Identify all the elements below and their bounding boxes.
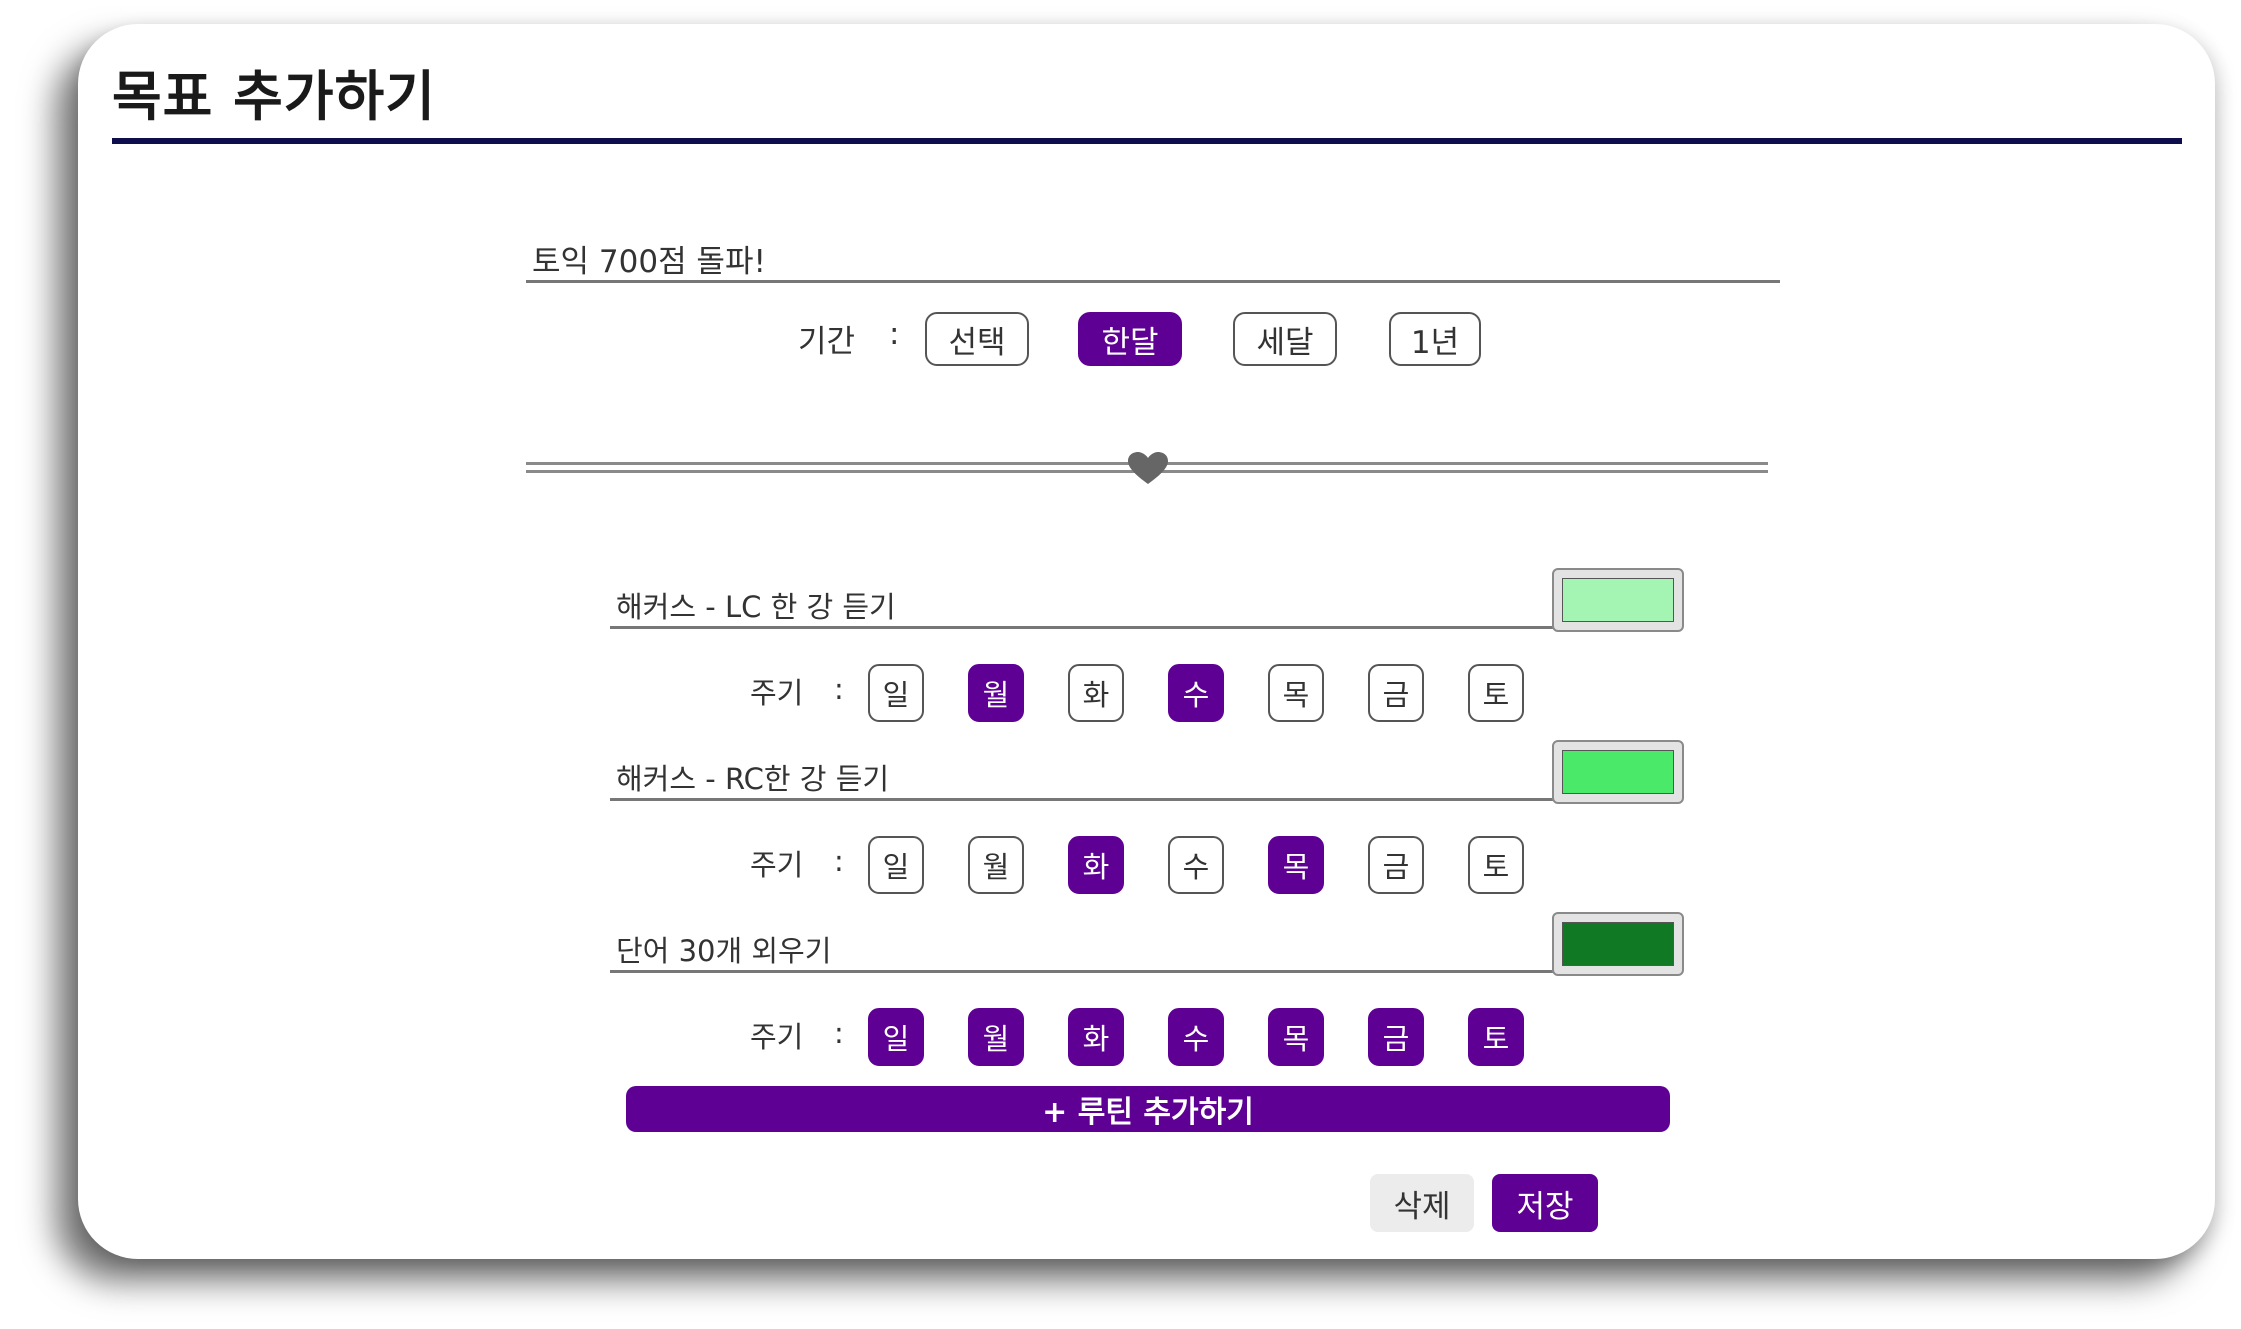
routine-color-picker-3[interactable]: [1552, 912, 1684, 976]
dialog-title: 목표 추가하기: [112, 65, 436, 128]
goal-dialog: 목표 추가하기 기간 : 선택 한달 세달 1년 주기 : 일 월 화 수 목 …: [78, 24, 2215, 1259]
day-toggle-thu[interactable]: 목: [1268, 836, 1324, 894]
cycle-separator-2: :: [834, 844, 844, 878]
delete-button[interactable]: 삭제: [1370, 1174, 1474, 1232]
period-option-three-months[interactable]: 세달: [1233, 312, 1337, 366]
title-underline: [112, 138, 2182, 144]
cycle-separator-3: :: [834, 1016, 844, 1050]
routine-color-fill-2: [1562, 750, 1674, 794]
day-toggle-fri[interactable]: 금: [1368, 664, 1424, 722]
routine-color-picker-2[interactable]: [1552, 740, 1684, 804]
day-toggle-mon[interactable]: 월: [968, 664, 1024, 722]
period-option-select[interactable]: 선택: [925, 312, 1029, 366]
period-option-one-year[interactable]: 1년: [1389, 312, 1481, 366]
day-toggle-sat[interactable]: 토: [1468, 836, 1524, 894]
cycle-label-3: 주기: [750, 1020, 804, 1054]
day-toggle-mon[interactable]: 월: [968, 1008, 1024, 1066]
day-toggle-thu[interactable]: 목: [1268, 1008, 1324, 1066]
add-routine-button[interactable]: + 루틴 추가하기: [626, 1086, 1670, 1132]
day-toggle-mon[interactable]: 월: [968, 836, 1024, 894]
day-toggle-wed[interactable]: 수: [1168, 664, 1224, 722]
goal-name-input[interactable]: [526, 236, 1780, 283]
period-option-one-month[interactable]: 한달: [1078, 312, 1182, 366]
routine-color-picker-1[interactable]: [1552, 568, 1684, 632]
routine-name-input-2[interactable]: [610, 756, 1662, 801]
day-toggle-fri[interactable]: 금: [1368, 836, 1424, 894]
day-toggle-tue[interactable]: 화: [1068, 664, 1124, 722]
routine-color-fill-3: [1562, 922, 1674, 966]
cycle-label-1: 주기: [750, 676, 804, 710]
routine-name-input-3[interactable]: [610, 928, 1662, 973]
save-button[interactable]: 저장: [1492, 1174, 1598, 1232]
routine-color-fill-1: [1562, 578, 1674, 622]
day-toggle-sun[interactable]: 일: [868, 836, 924, 894]
day-toggle-wed[interactable]: 수: [1168, 836, 1224, 894]
day-toggle-sat[interactable]: 토: [1468, 1008, 1524, 1066]
period-separator: :: [889, 316, 900, 352]
day-toggle-sat[interactable]: 토: [1468, 664, 1524, 722]
period-label: 기간: [798, 324, 856, 360]
day-toggle-sun[interactable]: 일: [868, 664, 924, 722]
cycle-label-2: 주기: [750, 848, 804, 882]
day-toggle-sun[interactable]: 일: [868, 1008, 924, 1066]
day-toggle-tue[interactable]: 화: [1068, 836, 1124, 894]
day-toggle-thu[interactable]: 목: [1268, 664, 1324, 722]
routine-name-input-1[interactable]: [610, 584, 1662, 629]
day-toggle-wed[interactable]: 수: [1168, 1008, 1224, 1066]
day-toggle-fri[interactable]: 금: [1368, 1008, 1424, 1066]
heart-icon: [1128, 452, 1168, 484]
cycle-separator-1: :: [834, 672, 844, 706]
day-toggle-tue[interactable]: 화: [1068, 1008, 1124, 1066]
